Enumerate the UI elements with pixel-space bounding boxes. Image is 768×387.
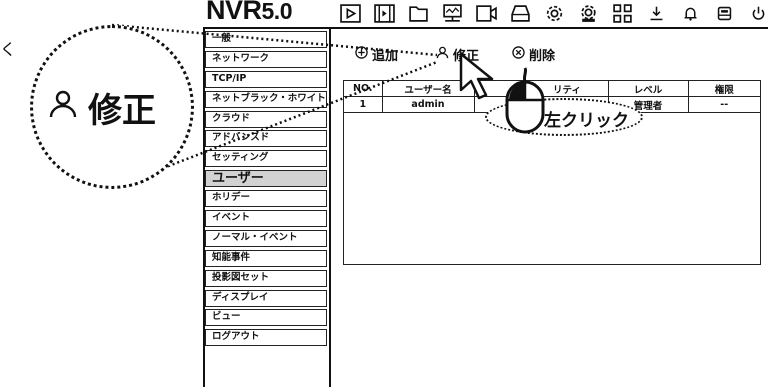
user-icon-large [48, 88, 78, 128]
left-click-text: 左クリック [544, 111, 629, 131]
zoom-callout-label: 修正 [48, 83, 156, 132]
mouse-icon [505, 67, 545, 134]
zoom-callout-text: 修正 [88, 91, 156, 131]
